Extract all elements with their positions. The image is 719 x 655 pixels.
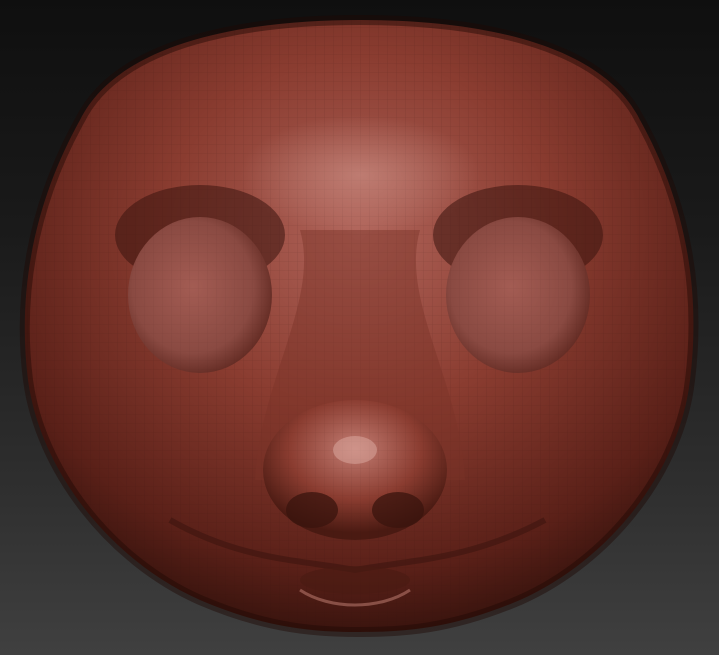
zbrush-viewport[interactable] — [0, 0, 719, 655]
nose — [263, 400, 447, 540]
left-nostril — [286, 492, 338, 528]
sculpt-mesh[interactable] — [0, 0, 719, 655]
right-nostril — [372, 492, 424, 528]
